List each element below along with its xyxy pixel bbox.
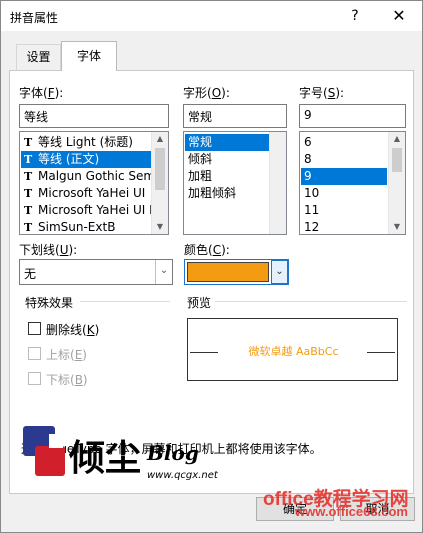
chevron-down-icon[interactable]: ⌄ — [271, 260, 288, 284]
color-swatch — [187, 262, 269, 282]
list-item[interactable]: T SimSun-ExtB — [21, 219, 151, 234]
list-item[interactable]: T Microsoft YaHei UI — [21, 185, 151, 202]
style-label: 字形(O): — [183, 86, 230, 100]
scroll-down-icon[interactable]: ▼ — [389, 220, 405, 234]
list-item[interactable]: T Microsoft YaHei UI L — [21, 202, 151, 219]
list-item[interactable]: 6 — [301, 134, 387, 151]
scroll-thumb[interactable] — [155, 148, 165, 190]
watermark-logo-text: 倾尘 — [68, 437, 141, 479]
superscript-label: 上标(E) — [46, 348, 87, 362]
list-item[interactable]: 12 — [301, 219, 387, 234]
subscript-checkbox[interactable] — [28, 372, 41, 385]
font-label: 字体(F): — [19, 86, 64, 100]
group-divider — [80, 301, 170, 302]
title-bar: 拼音属性 ? ✕ — [1, 1, 422, 31]
scroll-down-icon[interactable]: ▼ — [152, 220, 168, 234]
window-title: 拼音属性 — [10, 11, 59, 25]
chevron-down-icon[interactable]: ⌄ — [155, 260, 172, 284]
close-button[interactable]: ✕ — [384, 5, 414, 27]
group-divider — [215, 301, 407, 302]
size-input[interactable]: 9 — [299, 104, 406, 128]
watermark-site-url: www.office68.com — [295, 504, 408, 519]
watermark-logo: 倾尘 Blog www.qcgx.net — [23, 426, 219, 481]
font-list-scrollbar[interactable]: ▲ ▼ — [151, 132, 168, 234]
font-dialog: 拼音属性 ? ✕ 设置 字体 字体(F): 等线 T 等线 Light (标题) … — [0, 0, 423, 533]
list-item[interactable]: T 等线 Light (标题) — [21, 134, 151, 151]
tab-font[interactable]: 字体 — [61, 41, 117, 71]
underline-value: 无 — [24, 267, 37, 281]
underline-select[interactable]: 无 ⌄ — [19, 259, 173, 285]
scroll-thumb[interactable] — [392, 148, 402, 172]
preview-sample: 微软卓越 AaBbCc — [248, 345, 339, 358]
list-item[interactable]: T Malgun Gothic Semi — [21, 168, 151, 185]
scroll-up-icon[interactable]: ▲ — [152, 132, 168, 146]
subscript-label: 下标(B) — [46, 373, 88, 387]
list-item[interactable]: T 等线 (正文) — [21, 151, 151, 168]
list-item[interactable]: 8 — [301, 151, 387, 168]
superscript-checkbox[interactable] — [28, 347, 41, 360]
underline-label: 下划线(U): — [19, 243, 78, 257]
style-list-scrollbar[interactable] — [269, 132, 286, 234]
effects-group-title: 特殊效果 — [25, 296, 74, 310]
size-list-scrollbar[interactable]: ▲ ▼ — [388, 132, 405, 234]
size-list[interactable]: 6 8 9 10 11 12 ▲ ▼ — [299, 131, 406, 235]
scroll-up-icon[interactable]: ▲ — [389, 132, 405, 146]
preview-baseline-right — [367, 352, 395, 353]
watermark-blog-url: www.qcgx.net — [147, 470, 219, 481]
truetype-icon: T — [24, 221, 33, 234]
preview-group-title: 预览 — [187, 296, 212, 310]
list-item[interactable]: 10 — [301, 185, 387, 202]
list-item[interactable]: 加粗倾斜 — [185, 185, 269, 202]
preview-box: 微软卓越 AaBbCc — [187, 318, 398, 381]
watermark-blog-text: Blog — [146, 441, 199, 465]
color-label: 颜色(C): — [184, 243, 230, 257]
list-item[interactable]: 11 — [301, 202, 387, 219]
font-list[interactable]: T 等线 Light (标题) T 等线 (正文) T Malgun Gothic S… — [19, 131, 169, 235]
help-button[interactable]: ? — [341, 5, 369, 27]
style-input[interactable]: 常规 — [183, 104, 287, 128]
list-item[interactable]: 9 — [301, 168, 387, 185]
truetype-icon: T — [24, 153, 33, 166]
tab-settings[interactable]: 设置 — [16, 44, 61, 70]
truetype-icon: T — [24, 204, 33, 217]
list-item[interactable]: 倾斜 — [185, 151, 269, 168]
truetype-icon: T — [24, 187, 33, 200]
size-label: 字号(S): — [299, 86, 345, 100]
truetype-icon: T — [24, 170, 33, 183]
strikethrough-checkbox[interactable] — [28, 322, 41, 335]
font-input[interactable]: 等线 — [19, 104, 169, 128]
truetype-icon: T — [24, 136, 33, 149]
strikethrough-label: 删除线(K) — [46, 323, 100, 337]
style-list[interactable]: 常规 倾斜 加粗 加粗倾斜 — [183, 131, 287, 235]
color-select[interactable]: ⌄ — [184, 259, 289, 285]
list-item[interactable]: 加粗 — [185, 168, 269, 185]
list-item[interactable]: 常规 — [185, 134, 269, 151]
